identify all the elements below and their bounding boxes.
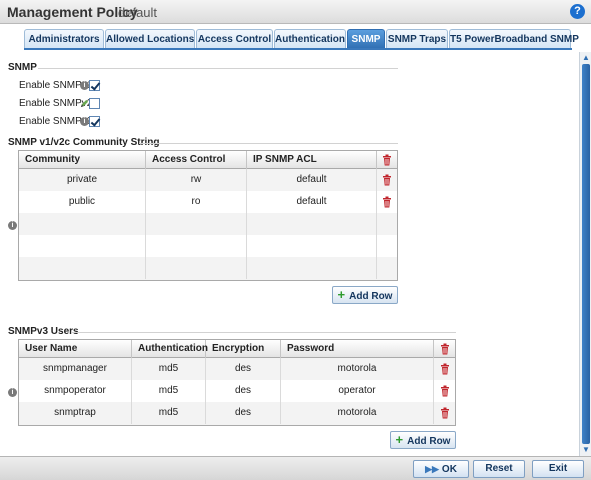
column-header[interactable]: User Name	[19, 340, 132, 358]
reset-button[interactable]: Reset	[473, 460, 525, 478]
table-row[interactable]: snmpmanager md5 des motorola	[19, 358, 455, 380]
policy-name: default	[118, 5, 158, 20]
delete-all-icon[interactable]	[382, 154, 392, 166]
delete-row-icon[interactable]	[440, 407, 450, 419]
snmpv3-users-table: User Name Authentication Encryption Pass…	[18, 339, 456, 426]
tab-allowed-locations[interactable]: Allowed Locations	[105, 29, 195, 49]
encryption-cell: des	[206, 402, 281, 424]
authentication-cell: md5	[132, 380, 206, 402]
encryption-cell: des	[206, 380, 281, 402]
table-row[interactable]: snmpoperator md5 des operator	[19, 380, 455, 402]
section-divider	[72, 332, 456, 333]
ip-snmp-acl-cell: default	[247, 191, 377, 213]
info-icon: i	[80, 81, 89, 90]
scroll-up-icon[interactable]: ▲	[581, 53, 591, 63]
delete-row-icon[interactable]	[440, 385, 450, 397]
scroll-thumb[interactable]	[582, 64, 590, 444]
enable-snmpv1-checkbox[interactable]	[89, 80, 100, 91]
table-row[interactable]: public ro default	[19, 191, 397, 213]
enable-snmpv3-checkbox[interactable]	[89, 116, 100, 127]
add-row-label: Add Row	[407, 436, 451, 447]
info-icon: i	[8, 221, 17, 230]
authentication-cell: md5	[132, 358, 206, 380]
encryption-cell: des	[206, 358, 281, 380]
table-header: Community Access Control IP SNMP ACL	[19, 151, 397, 169]
empty-row	[19, 213, 397, 235]
help-icon[interactable]: ?	[570, 4, 585, 19]
password-cell: motorola	[281, 358, 434, 380]
vertical-scrollbar[interactable]: ▲ ▼	[579, 52, 591, 456]
tab-authentication[interactable]: Authentication	[274, 29, 346, 49]
empty-cell	[247, 257, 377, 279]
ip-snmp-acl-cell: default	[247, 169, 377, 191]
plus-icon: +	[337, 287, 346, 302]
delete-row-icon[interactable]	[440, 363, 450, 375]
section-divider	[139, 143, 398, 144]
column-header[interactable]: IP SNMP ACL	[247, 151, 377, 169]
empty-cell	[247, 235, 377, 257]
empty-row	[19, 257, 397, 280]
empty-cell	[247, 213, 377, 235]
ok-button[interactable]: ▶▶ OK	[413, 460, 469, 478]
column-header[interactable]: Authentication	[132, 340, 208, 358]
user-name-cell: snmpmanager	[19, 358, 132, 380]
user-name-cell: snmptrap	[19, 402, 132, 424]
footer-bar: ▶▶ OK Reset Exit	[0, 456, 591, 480]
password-cell: motorola	[281, 402, 434, 424]
user-name-cell: snmpoperator	[19, 380, 132, 402]
empty-cell	[146, 257, 247, 279]
scroll-down-icon[interactable]: ▼	[581, 445, 591, 455]
empty-cell	[19, 257, 146, 279]
v3-users-section-title: SNMPv3 Users	[8, 326, 79, 337]
reset-label: Reset	[485, 463, 513, 474]
tab-snmp[interactable]: SNMP	[347, 29, 385, 49]
info-icon: i	[8, 388, 17, 397]
section-divider	[38, 68, 398, 69]
authentication-cell: md5	[132, 402, 206, 424]
community-table: Community Access Control IP SNMP ACL pri…	[18, 150, 398, 281]
tab-access-control[interactable]: Access Control	[196, 29, 273, 49]
add-row-label: Add Row	[349, 291, 393, 302]
password-cell: operator	[281, 380, 434, 402]
access-control-cell: ro	[146, 191, 247, 213]
tab-t5-powerbroadband-snmp[interactable]: T5 PowerBroadband SNMP	[449, 29, 579, 49]
community-section-title: SNMP v1/v2c Community String	[8, 137, 160, 148]
add-user-row-button[interactable]: + Add Row	[390, 431, 456, 449]
empty-cell	[146, 213, 247, 235]
column-header[interactable]: Password	[281, 340, 434, 358]
community-cell: public	[19, 191, 146, 213]
delete-row-icon[interactable]	[382, 196, 392, 208]
tab-administrators[interactable]: Administrators	[24, 29, 104, 49]
column-header[interactable]: Community	[19, 151, 146, 169]
community-cell: private	[19, 169, 146, 191]
column-header[interactable]: Encryption	[206, 340, 281, 358]
pencil-icon	[80, 99, 89, 108]
table-header: User Name Authentication Encryption Pass…	[19, 340, 455, 358]
title-bar: Management Policy default ?	[0, 0, 591, 24]
delete-row-icon[interactable]	[382, 174, 392, 186]
table-row[interactable]: snmptrap md5 des motorola	[19, 402, 455, 425]
ok-label: OK	[441, 464, 457, 475]
forward-icon: ▶▶	[425, 464, 439, 474]
plus-icon: +	[395, 432, 404, 447]
tab-underline	[24, 48, 572, 50]
enable-snmpv2-checkbox[interactable]	[89, 98, 100, 109]
empty-row	[19, 235, 397, 257]
empty-cell	[19, 213, 146, 235]
info-icon: i	[80, 117, 89, 126]
table-row[interactable]: private rw default	[19, 169, 397, 191]
add-community-row-button[interactable]: + Add Row	[332, 286, 398, 304]
access-control-cell: rw	[146, 169, 247, 191]
empty-cell	[19, 235, 146, 257]
column-header[interactable]: Access Control	[146, 151, 247, 169]
exit-button[interactable]: Exit	[532, 460, 584, 478]
delete-all-icon[interactable]	[440, 343, 450, 355]
empty-cell	[146, 235, 247, 257]
tab-snmp-traps[interactable]: SNMP Traps	[386, 29, 448, 49]
snmp-section-title: SNMP	[8, 62, 37, 73]
exit-label: Exit	[548, 463, 568, 474]
